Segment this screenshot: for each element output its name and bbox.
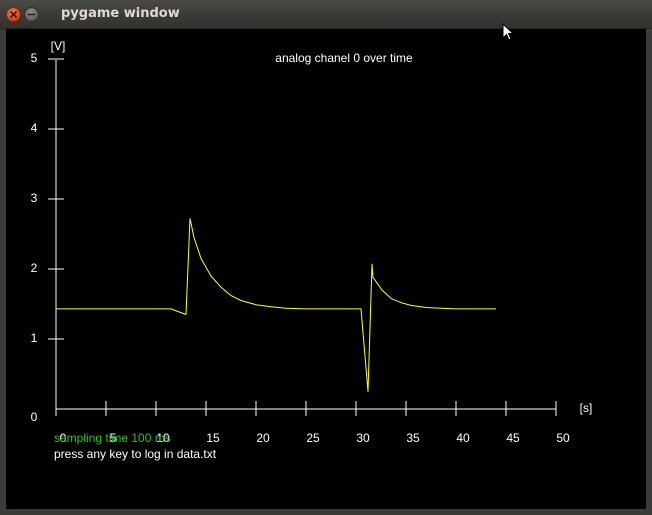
y-axis-label: [V] — [51, 39, 66, 53]
x-tick-label: 25 — [306, 431, 320, 445]
window-title: pygame window — [61, 6, 180, 21]
series-line — [56, 218, 496, 392]
x-tick-label: 45 — [506, 431, 520, 445]
y-tick-label: 3 — [31, 191, 38, 205]
window-border-right — [646, 29, 652, 515]
close-icon — [10, 11, 17, 18]
y-tick-label: 5 — [31, 51, 38, 65]
axis-ticks: 0 5 10 15 20 25 30 35 40 45 50012345 — [31, 51, 570, 445]
x-tick-label: 35 — [406, 431, 420, 445]
window-border-bottom — [0, 509, 652, 515]
x-tick-label: 15 — [206, 431, 220, 445]
x-tick-label: 20 — [256, 431, 270, 445]
mouse-cursor-icon — [502, 23, 514, 41]
title-bar[interactable]: pygame window — [0, 0, 652, 29]
x-axis-label: [s] — [580, 401, 593, 415]
y-tick-label: 4 — [31, 121, 38, 135]
chart-title: analog chanel 0 over time — [275, 51, 413, 65]
minimize-button[interactable] — [24, 7, 39, 22]
series-group — [56, 218, 496, 392]
y-tick-label: 0 — [31, 410, 38, 424]
x-tick-label: 30 — [356, 431, 370, 445]
x-tick-label: 40 — [456, 431, 470, 445]
x-tick-label: 50 — [556, 431, 570, 445]
sampling-time-text: sampling time 100 ms — [54, 431, 171, 445]
y-tick-label: 1 — [31, 331, 38, 345]
minimize-icon — [27, 13, 36, 16]
y-tick-label: 2 — [31, 261, 38, 275]
log-hint-text: press any key to log in data.txt — [54, 447, 217, 461]
pygame-window: pygame window analog chanel 0 over time … — [0, 0, 652, 515]
close-button[interactable] — [6, 7, 21, 22]
